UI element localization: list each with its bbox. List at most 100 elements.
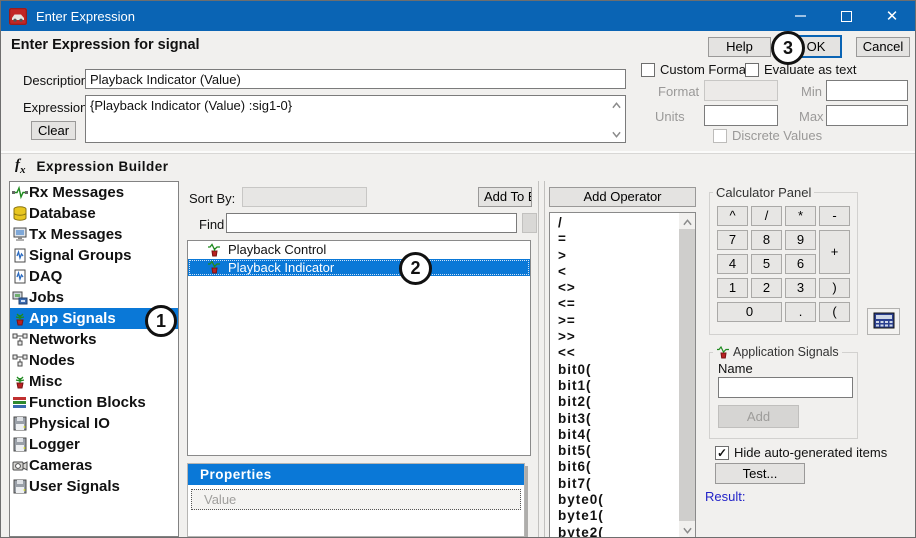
operator-item[interactable]: bit6(	[550, 459, 678, 475]
units-input[interactable]	[704, 105, 778, 126]
test-button[interactable]: Test...	[715, 463, 805, 484]
format-dropdown[interactable]	[704, 80, 778, 101]
sidebar-item[interactable]: Rx Messages	[10, 182, 178, 203]
sidebar-item[interactable]: Nodes	[10, 350, 178, 371]
operator-item[interactable]: <<	[550, 345, 678, 361]
max-input[interactable]	[826, 105, 908, 126]
calc-key-4[interactable]: 4	[717, 254, 748, 274]
calc-key-3[interactable]: 3	[785, 278, 816, 298]
calc-key-rparen[interactable]: )	[819, 278, 850, 298]
calc-key-dot[interactable]: .	[785, 302, 816, 322]
operator-item[interactable]: /	[550, 215, 678, 231]
discrete-values-box[interactable]	[713, 129, 727, 143]
operator-item[interactable]: <=	[550, 296, 678, 312]
calc-key-9[interactable]: 9	[785, 230, 816, 250]
hide-auto-generated-checkbox[interactable]: ✓ Hide auto-generated items	[715, 445, 887, 460]
add-operator-button[interactable]: Add Operator	[549, 187, 696, 207]
expression-input[interactable]: {Playback Indicator (Value) :sig1-0}	[85, 95, 626, 143]
calc-key-2[interactable]: 2	[751, 278, 782, 298]
name-input[interactable]	[718, 377, 853, 398]
signal-list-item[interactable]: Playback Indicator	[188, 259, 530, 277]
calc-key-7[interactable]: 7	[717, 230, 748, 250]
operator-item[interactable]: byte1(	[550, 508, 678, 524]
scroll-down-button[interactable]	[679, 521, 695, 537]
sidebar-item[interactable]: Database	[10, 203, 178, 224]
close-button[interactable]: ✕	[869, 1, 915, 31]
operator-scrollbar[interactable]	[679, 213, 695, 537]
operator-item[interactable]: <	[550, 264, 678, 280]
sidebar-item[interactable]: Jobs	[10, 287, 178, 308]
calc-key-lparen[interactable]: (	[819, 302, 850, 322]
operator-item[interactable]: >	[550, 248, 678, 264]
add-button[interactable]: Add	[718, 405, 799, 428]
calc-key-plus[interactable]: +	[819, 230, 850, 274]
calc-key-1[interactable]: 1	[717, 278, 748, 298]
cancel-button[interactable]: Cancel	[856, 37, 910, 57]
operator-item[interactable]: >>	[550, 329, 678, 345]
operator-item[interactable]: >=	[550, 313, 678, 329]
discrete-values-checkbox[interactable]: Discrete Values	[713, 128, 822, 143]
scroll-up-button[interactable]	[679, 213, 695, 229]
max-label: Max	[799, 109, 824, 124]
sidebar-item[interactable]: Function Blocks	[10, 392, 178, 413]
hide-auto-generated-box[interactable]: ✓	[715, 446, 729, 460]
category-list[interactable]: Rx Messages Database Tx Messages Signal …	[9, 181, 179, 537]
chevron-up-icon[interactable]	[612, 97, 621, 112]
operator-item[interactable]: bit7(	[550, 476, 678, 492]
minimize-button[interactable]	[777, 1, 823, 31]
signal-list[interactable]: Playback Control Playback Indicator	[187, 240, 531, 456]
evaluate-as-text-checkbox[interactable]: Evaluate as text	[745, 62, 857, 77]
sidebar-item[interactable]: Tx Messages	[10, 224, 178, 245]
flag-page-icon	[12, 248, 28, 263]
signal-list-item[interactable]: Playback Control	[188, 241, 530, 259]
sort-by-dropdown[interactable]	[242, 187, 367, 207]
evaluate-as-text-box[interactable]	[745, 63, 759, 77]
computer-disk-icon	[12, 290, 28, 305]
min-input[interactable]	[826, 80, 908, 101]
sidebar-item[interactable]: Physical IO	[10, 413, 178, 434]
calc-key-pow[interactable]: ^	[717, 206, 748, 226]
calculator-popup-button[interactable]	[867, 308, 900, 335]
panel-divider[interactable]	[538, 181, 539, 537]
operator-item[interactable]: bit3(	[550, 411, 678, 427]
calc-key-sub[interactable]: -	[819, 206, 850, 226]
operator-item[interactable]: <>	[550, 280, 678, 296]
property-row-value[interactable]: Value	[191, 489, 521, 510]
expression-scrollbar[interactable]	[609, 97, 624, 141]
chevron-down-icon[interactable]	[612, 126, 621, 141]
add-to-expression-button[interactable]: Add To Ex	[478, 187, 532, 207]
operator-item[interactable]: byte0(	[550, 492, 678, 508]
calc-key-0[interactable]: 0	[717, 302, 782, 322]
sidebar-item[interactable]: DAQ	[10, 266, 178, 287]
expression-builder-title: Expression Builder	[37, 159, 169, 174]
sidebar-item[interactable]: Misc	[10, 371, 178, 392]
title-bar[interactable]: Enter Expression ✕	[1, 1, 915, 31]
operator-item[interactable]: byte2(	[550, 525, 678, 538]
operator-item[interactable]: bit4(	[550, 427, 678, 443]
calc-key-8[interactable]: 8	[751, 230, 782, 250]
sidebar-item[interactable]: Logger	[10, 434, 178, 455]
custom-format-box[interactable]	[641, 63, 655, 77]
custom-format-checkbox[interactable]: Custom Format	[641, 62, 750, 77]
sidebar-item[interactable]: Signal Groups	[10, 245, 178, 266]
calc-key-div[interactable]: /	[751, 206, 782, 226]
sidebar-item[interactable]: User Signals	[10, 476, 178, 497]
calc-key-5[interactable]: 5	[751, 254, 782, 274]
calc-key-mul[interactable]: *	[785, 206, 816, 226]
panel-divider[interactable]	[544, 181, 545, 537]
operator-item[interactable]: bit0(	[550, 362, 678, 378]
sidebar-item[interactable]: Cameras	[10, 455, 178, 476]
operator-item[interactable]: bit2(	[550, 394, 678, 410]
operator-list[interactable]: / = > < <> <=	[549, 212, 696, 538]
find-input[interactable]	[226, 213, 517, 233]
clear-button[interactable]: Clear	[31, 121, 76, 140]
maximize-button[interactable]	[823, 1, 869, 31]
description-input[interactable]: Playback Indicator (Value)	[85, 69, 626, 89]
help-button[interactable]: Help	[708, 37, 771, 57]
operator-item[interactable]: bit1(	[550, 378, 678, 394]
operator-item[interactable]: =	[550, 231, 678, 247]
plant-icon	[12, 311, 28, 326]
operator-item[interactable]: bit5(	[550, 443, 678, 459]
calc-key-6[interactable]: 6	[785, 254, 816, 274]
splitter-grip[interactable]	[522, 213, 537, 233]
